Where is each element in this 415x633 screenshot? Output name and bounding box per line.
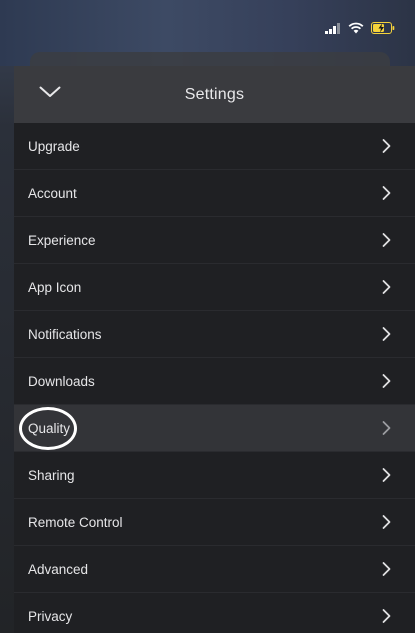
settings-item-label: Downloads	[28, 373, 95, 389]
settings-item-app-icon[interactable]: App Icon	[14, 264, 415, 311]
settings-item-label: Remote Control	[28, 514, 123, 530]
chevron-right-icon	[382, 609, 391, 624]
chevron-right-icon	[382, 186, 391, 201]
settings-item-label: App Icon	[28, 279, 82, 295]
chevron-right-icon	[382, 327, 391, 342]
settings-list: Upgrade Account Experience App Icon Noti…	[14, 123, 415, 633]
chevron-right-icon	[382, 562, 391, 577]
chevron-right-icon	[382, 374, 391, 389]
settings-sheet: Settings Upgrade Account Experience App …	[14, 66, 415, 633]
settings-item-advanced[interactable]: Advanced	[14, 546, 415, 593]
settings-item-label: Notifications	[28, 326, 102, 342]
settings-item-label: Experience	[28, 232, 96, 248]
chevron-right-icon	[382, 280, 391, 295]
settings-item-label: Sharing	[28, 467, 75, 483]
chevron-right-icon	[382, 421, 391, 436]
page-title: Settings	[184, 85, 245, 103]
settings-item-experience[interactable]: Experience	[14, 217, 415, 264]
settings-item-upgrade[interactable]: Upgrade	[14, 123, 415, 170]
chevron-right-icon	[382, 139, 391, 154]
settings-item-notifications[interactable]: Notifications	[14, 311, 415, 358]
status-icons	[325, 22, 395, 34]
chevron-right-icon	[382, 468, 391, 483]
status-bar	[0, 0, 415, 72]
chevron-down-icon	[39, 85, 61, 103]
settings-item-privacy[interactable]: Privacy	[14, 593, 415, 633]
settings-item-label: Privacy	[28, 608, 73, 624]
collapse-button[interactable]	[30, 78, 70, 110]
settings-item-remote-control[interactable]: Remote Control	[14, 499, 415, 546]
chevron-right-icon	[382, 233, 391, 248]
wifi-icon	[348, 22, 364, 34]
settings-item-label: Quality	[28, 420, 71, 436]
chevron-right-icon	[382, 515, 391, 530]
backdrop	[0, 0, 14, 633]
settings-item-label: Upgrade	[28, 138, 80, 154]
app-screen: Settings Upgrade Account Experience App …	[0, 0, 415, 633]
battery-charging-icon	[371, 22, 395, 34]
settings-item-label: Advanced	[28, 561, 89, 577]
settings-item-quality[interactable]: Quality	[14, 405, 415, 452]
settings-item-downloads[interactable]: Downloads	[14, 358, 415, 405]
settings-item-label: Account	[28, 185, 77, 201]
settings-header: Settings	[14, 66, 415, 123]
settings-item-account[interactable]: Account	[14, 170, 415, 217]
settings-item-sharing[interactable]: Sharing	[14, 452, 415, 499]
cellular-signal-icon	[325, 22, 341, 34]
